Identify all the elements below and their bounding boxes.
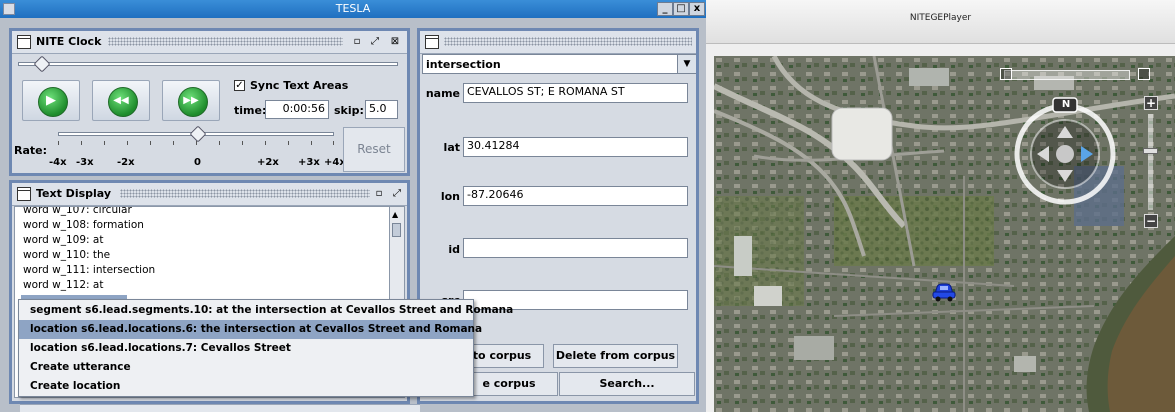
rate-tick-label: -4x [49, 157, 67, 168]
title-grip [120, 189, 370, 198]
name-field[interactable]: CEVALLOS ST; E ROMANA ST [463, 83, 688, 103]
id-label: id [448, 243, 460, 256]
rate-label: Rate: [14, 144, 48, 157]
maximize-icon[interactable]: ⤢ [368, 35, 382, 49]
frame-icon [17, 187, 31, 201]
title-grip [444, 37, 692, 46]
sync-checkbox[interactable]: ✓ [234, 80, 245, 91]
satellite-map[interactable]: N + − [714, 56, 1175, 412]
list-item[interactable]: word w_112: at [23, 279, 103, 291]
delete-from-corpus-button[interactable]: Delete from corpus [553, 344, 678, 368]
north-label[interactable]: N [1057, 99, 1075, 111]
time-slider[interactable] [18, 62, 398, 66]
stadium-roof [831, 107, 893, 161]
list-item[interactable]: word w_107: circular [23, 207, 132, 216]
scroll-thumb[interactable] [392, 223, 401, 237]
title-grip [108, 37, 343, 46]
chevron-down-icon[interactable]: ▼ [677, 55, 696, 73]
id-field[interactable] [463, 238, 688, 258]
close-icon[interactable]: ⊠ [388, 35, 402, 49]
lat-field[interactable]: 30.41284 [463, 137, 688, 157]
rate-tick-label: +2x [257, 157, 279, 168]
rate-tick-label: +3x [298, 157, 320, 168]
list-item[interactable]: word w_110: the [23, 249, 110, 261]
frame-icon [425, 35, 439, 49]
iconify-icon[interactable]: ▫ [372, 187, 386, 201]
type-combobox[interactable]: intersection ▼ [422, 54, 696, 74]
menu-item-create-utterance[interactable]: Create utterance [19, 358, 473, 377]
menu-item-create-location[interactable]: Create location [19, 377, 473, 396]
lon-label: lon [440, 190, 460, 203]
time-slider-overlay[interactable] [1004, 70, 1130, 80]
text-display-titlebar[interactable]: Text Display ▫ ⤢ [12, 183, 407, 206]
tesla-title: TESLA [335, 2, 371, 15]
nitegeplayer-window: NITEGEPlayer N + − [706, 0, 1175, 412]
nite-clock-frame: NITE Clock ▫ ⤢ ⊠ ▶ ◀◀ ▶▶ ✓ Sync Text Are… [9, 28, 410, 176]
play-glyph: ▶ [46, 93, 56, 108]
annotation-titlebar[interactable] [420, 31, 696, 54]
rate-slider-thumb[interactable] [189, 125, 207, 143]
lon-field[interactable]: -87.20646 [463, 186, 688, 206]
horizontal-scrollbar[interactable] [20, 404, 420, 412]
iconify-icon[interactable]: ▫ [350, 35, 364, 49]
type-selected: intersection [426, 58, 501, 71]
zoom-out-button[interactable]: − [1144, 214, 1158, 228]
zoom-in-button[interactable]: + [1144, 96, 1158, 110]
clock-icon[interactable] [1138, 68, 1150, 80]
sync-label: Sync Text Areas [250, 79, 349, 92]
list-item[interactable]: word w_108: formation [23, 219, 144, 231]
scroll-up-icon[interactable]: ▲ [392, 210, 398, 219]
expand-icon[interactable] [1000, 68, 1012, 80]
context-menu: segment s6.lead.segments.10: at the inte… [18, 299, 513, 397]
maximize-button[interactable]: □ [673, 2, 689, 16]
list-item[interactable]: word w_109: at [23, 234, 103, 246]
rewind-button[interactable]: ◀◀ [92, 80, 150, 121]
zoom-slider-thumb[interactable] [1143, 148, 1158, 154]
maximize-icon[interactable]: ⤢ [390, 187, 404, 201]
clock-titlebar[interactable]: NITE Clock ▫ ⤢ ⊠ [12, 31, 407, 54]
time-field[interactable]: 0:00:56 [265, 100, 329, 119]
clock-title: NITE Clock [36, 35, 102, 48]
time-slider-thumb[interactable] [33, 55, 51, 73]
rate-ticks [58, 141, 334, 145]
zoom-slider[interactable] [1148, 114, 1153, 210]
lat-label: lat [443, 141, 460, 154]
rate-tick-label: -3x [76, 157, 94, 168]
list-item[interactable]: word w_111: intersection [23, 264, 155, 276]
menu-item-location-6[interactable]: location s6.lead.locations.6: the inters… [19, 320, 482, 339]
skip-label: skip: [334, 104, 364, 117]
tesla-titlebar[interactable]: TESLA _ □ x [0, 0, 706, 18]
minimize-button[interactable]: _ [657, 2, 673, 16]
menu-item-segment[interactable]: segment s6.lead.segments.10: at the inte… [19, 301, 513, 320]
rate-tick-label: -2x [117, 157, 135, 168]
skip-field[interactable]: 5.0 [365, 100, 398, 119]
time-label: time: [234, 104, 267, 117]
car-marker-icon[interactable] [932, 282, 956, 302]
player-title: NITEGEPlayer [909, 13, 972, 23]
frame-icon [17, 35, 31, 49]
search-button[interactable]: Search... [559, 372, 695, 396]
fast-forward-button[interactable]: ▶▶ [162, 80, 220, 121]
menu-item-location-7[interactable]: location s6.lead.locations.7: Cevallos S… [19, 339, 473, 358]
reset-button[interactable]: Reset [343, 127, 405, 172]
text-display-title: Text Display [36, 187, 112, 200]
player-titlebar[interactable]: NITEGEPlayer [706, 0, 1175, 44]
play-button[interactable]: ▶ [22, 80, 80, 121]
save-corpus-button[interactable]: e corpus [460, 372, 558, 396]
close-button[interactable]: x [689, 2, 705, 16]
rewind-glyph: ◀◀ [113, 95, 129, 106]
rate-tick-label: 0 [194, 157, 201, 168]
fast-forward-glyph: ▶▶ [183, 95, 199, 106]
name-label: name [425, 87, 460, 100]
